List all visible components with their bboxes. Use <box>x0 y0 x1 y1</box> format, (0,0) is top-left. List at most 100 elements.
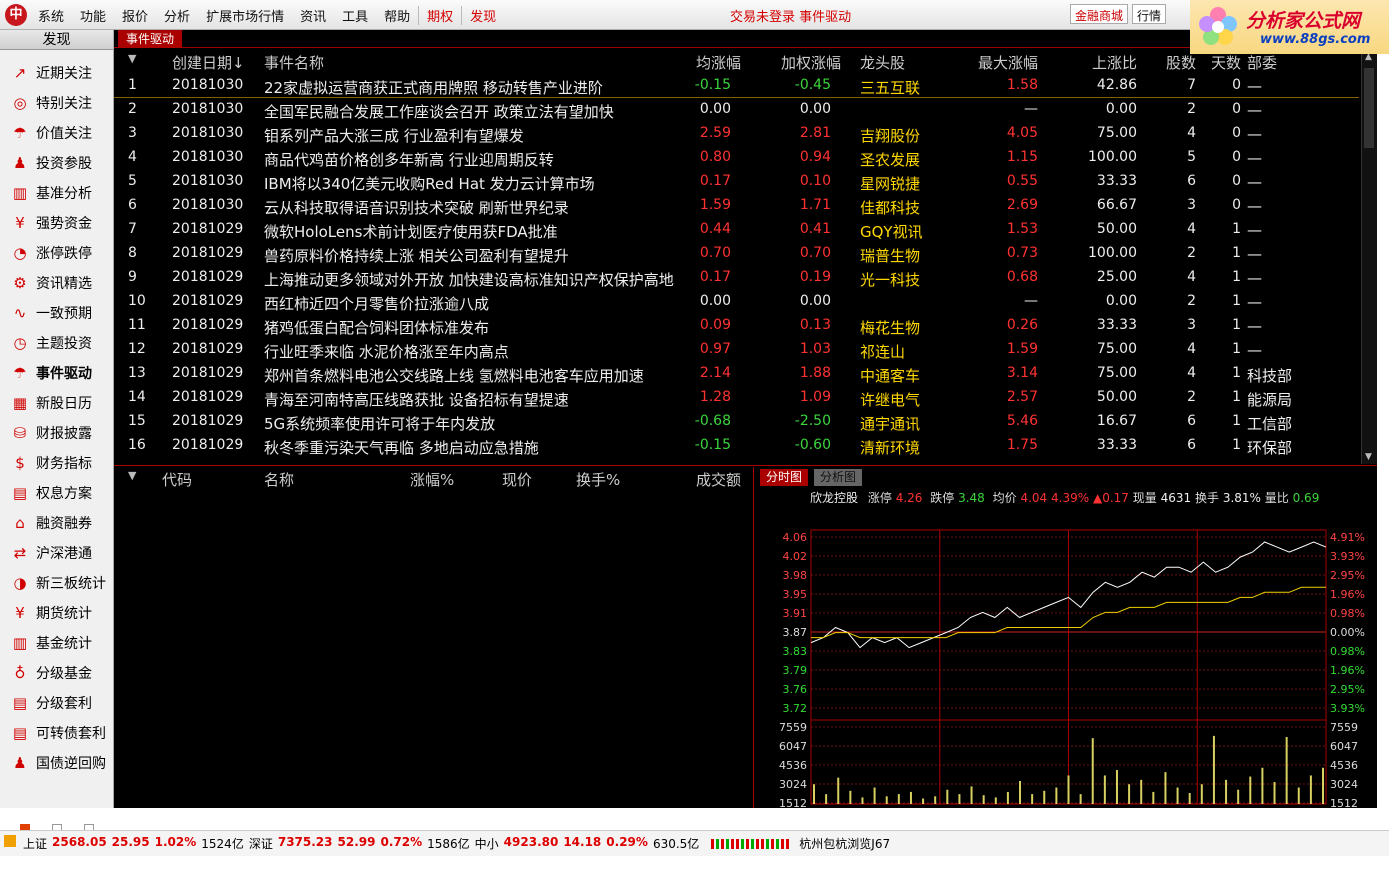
table-row[interactable]: 5 20181030 IBM将以340亿美元收购Red Hat 发力云计算市场 0.1… <box>114 170 1359 194</box>
sidebar-item-10[interactable]: ☂ 事件驱动 <box>0 358 112 388</box>
row-number: 9 <box>128 269 137 285</box>
table-row[interactable]: 16 20181029 秋冬季重污染天气再临 多地启动应急措施 -0.15 -0.60 清… <box>114 434 1359 458</box>
sidebar-item-20[interactable]: ♁ 分级基金 <box>0 658 112 688</box>
col-max[interactable]: 最大涨幅 <box>978 52 1038 73</box>
table-row[interactable]: 12 20181029 行业旺季来临 水泥价格涨至年内高点 0.97 1.03 祁连山 1.… <box>114 338 1359 362</box>
row-days: 1 <box>1232 413 1241 429</box>
user-icon: ♟ <box>13 154 27 172</box>
sidebar-item-7[interactable]: ⚙ 资讯精选 <box>0 268 112 298</box>
sidebar-item-14[interactable]: ▤ 权息方案 <box>0 478 112 508</box>
sidebar-item-4[interactable]: ▥ 基准分析 <box>0 178 112 208</box>
row-department: — <box>1247 197 1262 215</box>
row-event-name: 商品代鸡苗价格创多年新高 行业迎周期反转 <box>264 151 554 169</box>
menu-extended-market[interactable]: 扩展市场行情 <box>198 6 292 25</box>
sidebar-item-9[interactable]: ◷ 主题投资 <box>0 328 112 358</box>
breadth-bar <box>761 838 765 849</box>
sz-value[interactable]: 7375.23 <box>278 835 333 852</box>
col-up-ratio[interactable]: 上涨比 <box>1092 52 1137 73</box>
scroll-thumb[interactable] <box>1364 68 1374 148</box>
col-dept[interactable]: 部委 <box>1247 52 1277 73</box>
table-row[interactable]: 9 20181029 上海推动更多领域对外开放 加快建设高标准知识产权保护高地 0.1… <box>114 266 1359 290</box>
sidebar-item-3[interactable]: ♟ 投资参股 <box>0 148 112 178</box>
sme-value[interactable]: 4923.80 <box>504 835 559 852</box>
intraday-chart[interactable]: 4.06 4.91% 4.02 3.93% 3.98 2.95% 3.95 1.96% 3.91… <box>754 467 1378 808</box>
table-row[interactable]: 2 20181030 全国军民融合发展工作座谈会召开 政策立法有望加快 0.00 0.0… <box>114 98 1359 122</box>
sidebar-item-21[interactable]: ▤ 分级套利 <box>0 688 112 718</box>
row-event-name: 青海至河南特高压线路获批 设备招标有望提速 <box>264 391 569 409</box>
column-menu-icon[interactable]: ▼ <box>128 469 136 482</box>
sidebar-item-12[interactable]: ⛁ 财报披露 <box>0 418 112 448</box>
scroll-down-icon[interactable]: ▼ <box>1365 452 1372 462</box>
row-leader-stock: 清新环境 <box>860 439 921 457</box>
row-max-change: 5.46 <box>1006 413 1038 429</box>
sidebar-item-16[interactable]: ⇄ 沪深港通 <box>0 538 112 568</box>
quote-button[interactable]: 行情 <box>1132 4 1167 24</box>
menu-help[interactable]: 帮助 <box>376 6 418 25</box>
col-turnover[interactable]: 换手% <box>576 469 620 490</box>
pct-tick-label: 3.93% <box>1330 702 1365 715</box>
table-row[interactable]: 14 20181029 青海至河南特高压线路获批 设备招标有望提速 1.28 1.09 许… <box>114 386 1359 410</box>
sidebar-item-17[interactable]: ◑ 新三板统计 <box>0 568 112 598</box>
table-row[interactable]: 13 20181029 郑州首条燃料电池公交线路上线 氢燃料电池客车应用加速 2.14… <box>114 362 1359 386</box>
col-days[interactable]: 天数 <box>1211 52 1241 73</box>
menu-quote[interactable]: 报价 <box>114 6 156 25</box>
col-date[interactable]: 创建日期↓ <box>172 52 245 73</box>
menu-options[interactable]: 期权 <box>418 5 461 25</box>
column-menu-icon[interactable]: ▼ <box>128 52 136 65</box>
row-up-ratio: 33.33 <box>1096 173 1137 189</box>
sidebar-item-22[interactable]: ▤ 可转债套利 <box>0 718 112 748</box>
table-row[interactable]: 4 20181030 商品代鸡苗价格创多年新高 行业迎周期反转 0.80 0.94 圣农发… <box>114 146 1359 170</box>
sidebar-item-2[interactable]: ☂ 价值关注 <box>0 118 112 148</box>
sidebar-item-8[interactable]: ∿ 一致预期 <box>0 298 112 328</box>
table-row[interactable]: 6 20181030 云从科技取得语音识别技术突破 刷新世界纪录 1.59 1.71 佳都… <box>114 194 1359 218</box>
col-code[interactable]: 代码 <box>162 469 192 490</box>
menu-analysis[interactable]: 分析 <box>156 6 198 25</box>
row-stock-count: 7 <box>1187 77 1196 93</box>
volume-tick-label: 7559 <box>779 721 807 734</box>
sh-value[interactable]: 2568.05 <box>52 835 107 852</box>
row-avg-change: 0.00 <box>699 101 731 117</box>
col-count[interactable]: 股数 <box>1166 52 1196 73</box>
sidebar-item-23[interactable]: ♟ 国债逆回购 <box>0 748 112 778</box>
row-max-change: 4.05 <box>1006 125 1038 141</box>
table-row[interactable]: 7 20181029 微软HoloLens术前计划医疗使用获FDA批准 0.44 0.4… <box>114 218 1359 242</box>
menu-tools[interactable]: 工具 <box>334 6 376 25</box>
row-weighted-change: 1.71 <box>799 197 831 213</box>
sidebar-item-13[interactable]: $ 财务指标 <box>0 448 112 478</box>
menu-discover[interactable]: 发现 <box>461 5 504 25</box>
table-row[interactable]: 10 20181029 西红柿近四个月零售价拉涨逾八成 0.00 0.00 — 0.00 2 1… <box>114 290 1359 314</box>
col-avg[interactable]: 均涨幅 <box>696 52 741 73</box>
col-weighted[interactable]: 加权涨幅 <box>781 52 841 73</box>
col-leader[interactable]: 龙头股 <box>860 52 905 73</box>
col-amount[interactable]: 成交额 <box>696 469 741 490</box>
col-price[interactable]: 现价 <box>502 469 532 490</box>
menu-news[interactable]: 资讯 <box>292 6 334 25</box>
sidebar-item-5[interactable]: ¥ 强势资金 <box>0 208 112 238</box>
panel-divider[interactable] <box>114 465 1377 466</box>
table-row[interactable]: 1 20181030 22家虚拟运营商获正式商用牌照 移动转售产业进阶 -0.15 -0… <box>114 74 1359 98</box>
menu-function[interactable]: 功能 <box>72 6 114 25</box>
table-row[interactable]: 3 20181030 钼系列产品大涨三成 行业盈利有望爆发 2.59 2.81 吉翔股份 4… <box>114 122 1359 146</box>
table-row[interactable]: 15 20181029 5G系统频率使用许可将于年内发放 -0.68 -2.50 通宇通讯… <box>114 410 1359 434</box>
col-stock-name[interactable]: 名称 <box>264 469 294 490</box>
table-scrollbar[interactable]: ▲ ▼ <box>1361 50 1377 464</box>
time-tick-label: 15:00 <box>1294 806 1326 808</box>
row-days: 0 <box>1232 77 1241 93</box>
row-stock-count: 6 <box>1187 437 1196 453</box>
table-row[interactable]: 8 20181029 兽药原料价格持续上涨 相关公司盈利有望提升 0.70 0.70 瑞普… <box>114 242 1359 266</box>
menu-system[interactable]: 系统 <box>30 6 72 25</box>
tab-event-driven[interactable]: 事件驱动 <box>118 30 183 48</box>
col-change[interactable]: 涨幅% <box>410 469 454 490</box>
col-name[interactable]: 事件名称 <box>264 52 324 73</box>
sidebar-item-1[interactable]: ◎ 特别关注 <box>0 88 112 118</box>
table-row[interactable]: 11 20181029 猪鸡低蛋白配合饲料团体标准发布 0.09 0.13 梅花生物 0.2… <box>114 314 1359 338</box>
finance-mall-button[interactable]: 金融商城 <box>1070 4 1129 24</box>
sidebar-item-19[interactable]: ▥ 基金统计 <box>0 628 112 658</box>
sidebar-item-15[interactable]: ⌂ 融资融券 <box>0 508 112 538</box>
sidebar-item-18[interactable]: ¥ 期货统计 <box>0 598 112 628</box>
brand-url[interactable]: www.88gs.com <box>1260 32 1370 47</box>
sidebar-item-0[interactable]: ↗ 近期关注 <box>0 58 112 88</box>
sidebar-item-11[interactable]: ▦ 新股日历 <box>0 388 112 418</box>
sidebar-item-6[interactable]: ◔ 涨停跌停 <box>0 238 112 268</box>
row-department: — <box>1247 101 1262 119</box>
